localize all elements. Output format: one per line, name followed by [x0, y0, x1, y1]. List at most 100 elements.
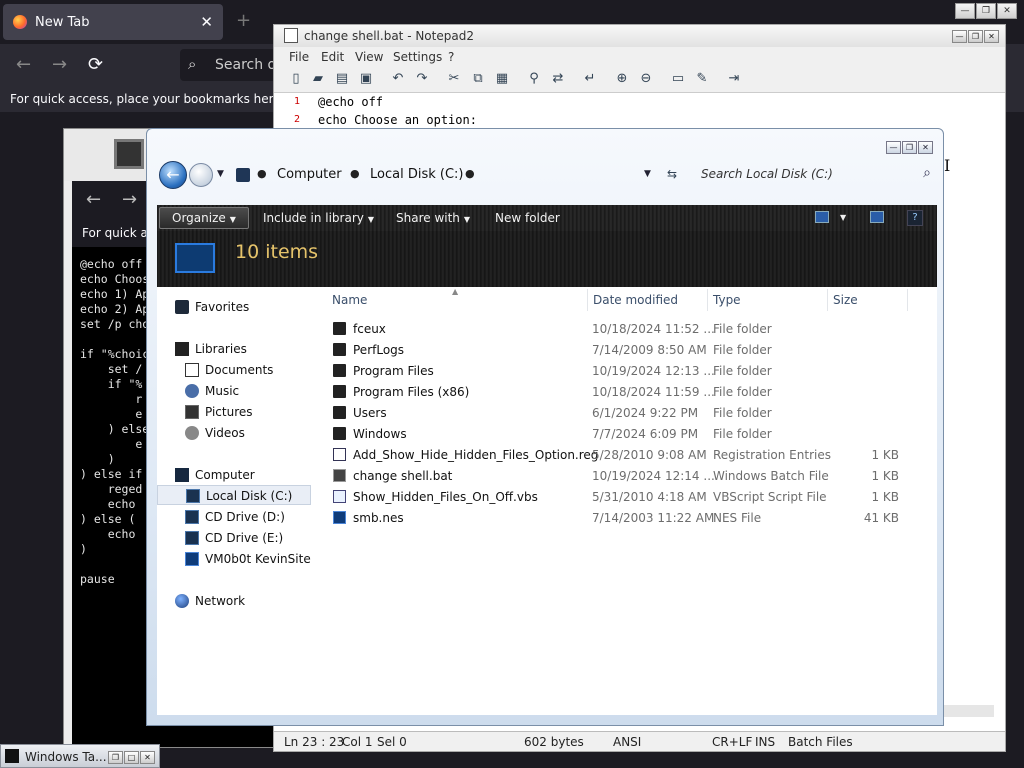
save-icon[interactable]: ▣ [358, 71, 374, 87]
word-wrap-icon[interactable]: ↵ [582, 71, 598, 87]
maximize-button[interactable]: ❐ [968, 30, 983, 43]
status-scheme: Batch Files [788, 735, 853, 749]
forward-arrow-icon[interactable]: → [52, 54, 67, 75]
change-view-icon[interactable] [815, 211, 829, 223]
file-row[interactable]: Windows 7/7/2024 6:09 PM File folder [327, 424, 917, 444]
share-with-button[interactable]: Share with ▼ [396, 211, 470, 225]
refresh-icon[interactable]: ⇆ [667, 167, 677, 181]
column-header-size[interactable]: Size [833, 293, 858, 307]
new-tab-button[interactable]: + [236, 10, 251, 31]
explorer-search-input[interactable]: Search Local Disk (C:) ⌕ [695, 160, 935, 188]
back-arrow-icon[interactable]: ← [86, 189, 101, 210]
file-type: File folder [713, 364, 772, 378]
notepad-toolbar: ▯ ▰ ▤ ▣ ↶ ↷ ✂ ⧉ ▦ ⚲ ⇄ ↵ ⊕ ⊖ ▭ ✎ ⇥ [274, 67, 1005, 93]
line-text: @echo off [318, 95, 384, 109]
tab-new-tab[interactable]: New Tab ✕ [3, 4, 223, 40]
file-row[interactable]: PerfLogs 7/14/2009 8:50 AM File folder [327, 340, 917, 360]
breadcrumb-computer[interactable]: Computer [277, 167, 342, 182]
view-chevron-down-icon[interactable]: ▼ [840, 213, 846, 222]
nav-label: Favorites [195, 300, 250, 314]
back-arrow-icon[interactable]: ← [16, 54, 31, 75]
customize-icon[interactable]: ✎ [694, 71, 710, 87]
file-row[interactable]: Show_Hidden_Files_On_Off.vbs 5/31/2010 4… [327, 487, 917, 507]
line-number: 1 [294, 96, 301, 107]
paste-icon[interactable]: ▦ [494, 71, 510, 87]
include-in-library-button[interactable]: Include in library ▼ [263, 211, 374, 225]
close-button[interactable]: ✕ [918, 141, 933, 154]
find-icon[interactable]: ⚲ [526, 71, 542, 87]
menu-settings[interactable]: Settings [393, 50, 442, 64]
cut-icon[interactable]: ✂ [446, 71, 462, 87]
reload-icon[interactable]: ⟳ [88, 54, 103, 75]
minimize-button[interactable]: — [886, 141, 901, 154]
column-header-type[interactable]: Type [713, 293, 741, 307]
nav-local-disk-c[interactable]: Local Disk (C:) [157, 485, 311, 505]
breadcrumb-separator[interactable]: ● [465, 167, 475, 180]
breadcrumb-separator[interactable]: ● [350, 167, 360, 180]
editor-line: 1 @echo off [274, 93, 974, 111]
maximize-button[interactable]: ❐ [902, 141, 917, 154]
preview-pane-icon[interactable] [870, 211, 884, 223]
breadcrumb-local-disk[interactable]: Local Disk (C:) [370, 167, 463, 182]
horizontal-scrollbar[interactable] [944, 705, 994, 717]
file-date: 5/31/2010 4:18 AM [592, 490, 707, 504]
menu-file[interactable]: File [289, 50, 309, 64]
file-row[interactable]: Program Files 10/19/2024 12:13 ... File … [327, 361, 917, 381]
undo-icon[interactable]: ↶ [390, 71, 406, 87]
new-file-icon[interactable]: ▯ [288, 71, 304, 87]
maximize-button[interactable]: □ [124, 751, 139, 764]
file-date: 10/18/2024 11:52 ... [592, 322, 715, 336]
column-separator[interactable] [907, 289, 908, 311]
column-header-name[interactable]: Name [332, 293, 367, 307]
zoom-in-icon[interactable]: ⊕ [614, 71, 630, 87]
file-row[interactable]: Program Files (x86) 10/18/2024 11:59 ...… [327, 382, 917, 402]
file-type: NES File [713, 511, 762, 525]
forward-button[interactable] [189, 163, 213, 187]
breadcrumb-separator[interactable]: ● [257, 167, 267, 180]
recent-pages-chevron-icon[interactable]: ▼ [217, 169, 224, 179]
menu-view[interactable]: View [355, 50, 383, 64]
music-icon [185, 384, 199, 398]
restore-button[interactable]: ❐ [108, 751, 123, 764]
open-folder-icon[interactable]: ▰ [310, 71, 326, 87]
column-separator[interactable] [587, 289, 588, 311]
menu-edit[interactable]: Edit [321, 50, 344, 64]
file-row[interactable]: smb.nes 7/14/2003 11:22 AM NES File 41 K… [327, 508, 917, 528]
minimize-button[interactable]: — [952, 30, 967, 43]
file-row[interactable]: change shell.bat 10/19/2024 12:14 ... Wi… [327, 466, 917, 486]
forward-arrow-icon[interactable]: → [122, 189, 137, 210]
browse-icon[interactable]: ▤ [334, 71, 350, 87]
close-button[interactable]: ✕ [984, 30, 999, 43]
explorer-window[interactable]: — ❐ ✕ ← ▼ ● Computer ● Local Disk (C:) ● ▼… [146, 128, 944, 726]
minimize-button[interactable]: — [955, 3, 975, 19]
column-header-date[interactable]: Date modified [593, 293, 678, 307]
search-icon[interactable]: ⌕ [923, 165, 931, 181]
file-row[interactable]: fceux 10/18/2024 11:52 ... File folder [327, 319, 917, 339]
details-banner: 10 items [157, 231, 937, 287]
minimized-window[interactable]: Windows Ta... ❐ □ ✕ [0, 744, 160, 768]
organize-button[interactable]: Organize ▼ [159, 207, 249, 229]
redo-icon[interactable]: ↷ [414, 71, 430, 87]
column-separator[interactable] [707, 289, 708, 311]
batch-file-icon [333, 469, 346, 482]
replace-icon[interactable]: ⇄ [550, 71, 566, 87]
scheme-icon[interactable]: ▭ [670, 71, 686, 87]
chevron-down-icon: ▼ [367, 215, 375, 224]
column-separator[interactable] [827, 289, 828, 311]
file-row[interactable]: Add_Show_Hide_Hidden_Files_Option.reg 5/… [327, 445, 917, 465]
file-row[interactable]: Users 6/1/2024 9:22 PM File folder [327, 403, 917, 423]
help-icon[interactable]: ? [907, 210, 923, 226]
zoom-out-icon[interactable]: ⊖ [638, 71, 654, 87]
file-name: change shell.bat [353, 469, 453, 483]
file-type: File folder [713, 322, 772, 336]
address-chevron-down-icon[interactable]: ▼ [644, 169, 651, 179]
copy-icon[interactable]: ⧉ [470, 71, 486, 87]
menu-help[interactable]: ? [448, 50, 454, 64]
back-arrow-icon[interactable]: ← [159, 161, 187, 189]
new-folder-button[interactable]: New folder [495, 211, 560, 225]
close-button[interactable]: ✕ [997, 3, 1017, 19]
exit-icon[interactable]: ⇥ [726, 71, 742, 87]
close-button[interactable]: ✕ [140, 751, 155, 764]
close-tab-icon[interactable]: ✕ [200, 13, 213, 31]
restore-button[interactable]: ❐ [976, 3, 996, 19]
